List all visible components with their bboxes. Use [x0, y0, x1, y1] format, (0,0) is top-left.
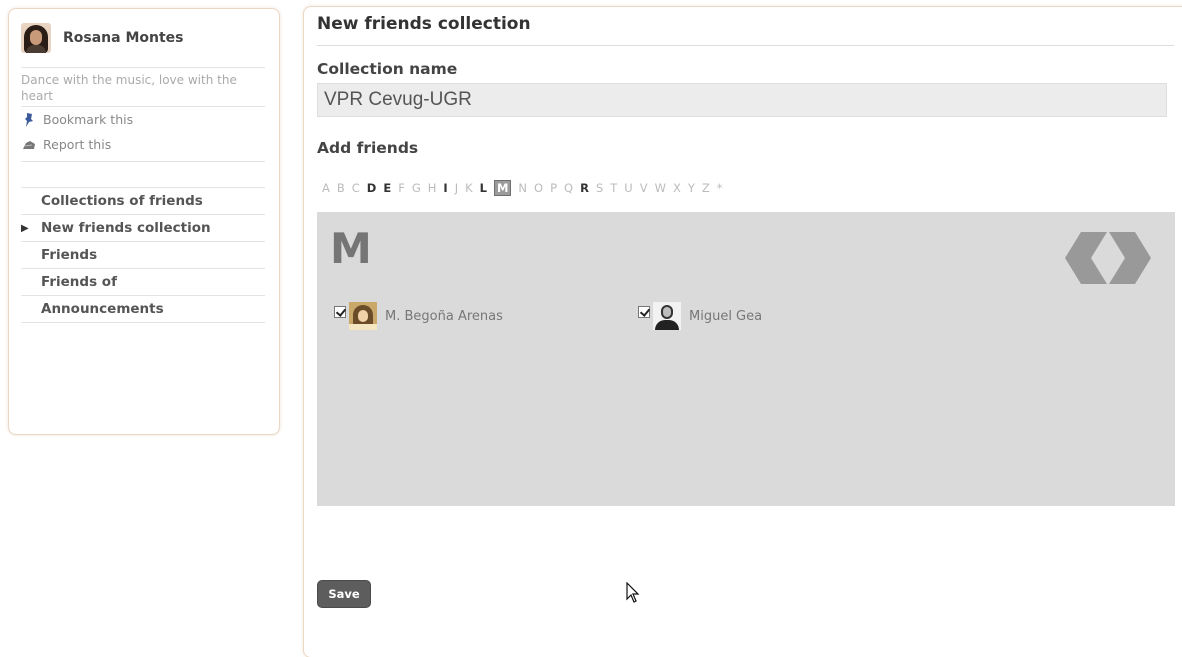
alphabet-letter[interactable]: J — [455, 181, 458, 195]
alphabet-letter[interactable]: G — [412, 181, 421, 195]
sidebar-nav: Collections of friends ▶ New friends col… — [21, 187, 265, 323]
alphabet-letter[interactable]: F — [398, 181, 405, 195]
pushpin-icon — [21, 112, 37, 127]
friend-name: Miguel Gea — [689, 308, 763, 324]
alphabet-letter[interactable]: O — [534, 181, 543, 195]
alphabet-letter[interactable]: W — [655, 181, 666, 195]
friend-checkbox[interactable] — [334, 306, 346, 318]
status-message: Dance with the music, love with the hear… — [21, 67, 265, 107]
sidebar-item-collections-of-friends[interactable]: Collections of friends — [21, 188, 265, 215]
alphabet-letter[interactable]: Y — [688, 181, 695, 195]
sidebar-item-label: New friends collection — [41, 220, 211, 236]
sidebar-item-new-friends-collection[interactable]: ▶ New friends collection — [21, 215, 265, 242]
profile-actions: Bookmark this Report this — [21, 107, 265, 162]
alphabet-letter[interactable]: S — [596, 181, 603, 195]
sidebar: Rosana Montes Dance with the music, love… — [8, 8, 280, 435]
add-friends-label: Add friends — [317, 139, 419, 157]
sidebar-item-label: Announcements — [41, 301, 164, 317]
sidebar-item-friends-of[interactable]: Friends of — [21, 269, 265, 296]
alphabet-letter[interactable]: M — [493, 180, 512, 196]
alphabet-letter[interactable]: B — [337, 181, 345, 195]
profile-name[interactable]: Rosana Montes — [63, 30, 184, 46]
title-divider — [317, 45, 1174, 46]
save-button[interactable]: Save — [317, 580, 371, 608]
report-action[interactable]: Report this — [21, 132, 265, 157]
alphabet-letter[interactable]: Z — [702, 181, 710, 195]
main-panel: New friends collection Collection name A… — [303, 6, 1182, 657]
collection-name-input[interactable] — [317, 83, 1167, 117]
sidebar-item-friends[interactable]: Friends — [21, 242, 265, 269]
friends-letter-panel: M M. Begoña Arenas Miguel Gea — [317, 212, 1175, 506]
alphabet-letter[interactable]: H — [428, 181, 437, 195]
alphabet-letter[interactable]: R — [580, 181, 589, 195]
collection-name-label: Collection name — [317, 60, 458, 78]
friend-avatar — [653, 302, 681, 330]
alphabet-letter[interactable]: Q — [564, 181, 573, 195]
active-marker-icon: ▶ — [21, 223, 29, 234]
sidebar-item-label: Friends — [41, 247, 98, 263]
page-title: New friends collection — [317, 14, 531, 34]
alphabet-letter[interactable]: X — [673, 181, 681, 195]
mouse-cursor-icon — [626, 582, 640, 603]
current-letter-heading: M — [330, 224, 372, 273]
sidebar-item-label: Collections of friends — [41, 193, 203, 209]
sidebar-item-label: Friends of — [41, 274, 117, 290]
bookmark-action[interactable]: Bookmark this — [21, 107, 265, 132]
alphabet-letter[interactable]: P — [550, 181, 557, 195]
alphabet-letter[interactable]: I — [443, 181, 447, 195]
report-label: Report this — [43, 137, 112, 152]
alphabet-picker: A B C D E F G H I J K L M N O P Q R S T U V W X Y Z * — [322, 179, 730, 197]
alphabet-letter[interactable]: E — [383, 181, 391, 195]
profile-header: Rosana Montes — [21, 17, 265, 59]
friend-avatar — [349, 302, 377, 330]
alphabet-letter[interactable]: V — [640, 181, 648, 195]
alphabet-letter[interactable]: U — [624, 181, 632, 195]
next-arrow-icon[interactable] — [1109, 232, 1151, 284]
alphabet-letter[interactable]: A — [322, 181, 330, 195]
friend-checkbox[interactable] — [638, 306, 650, 318]
letter-navigation — [1065, 232, 1151, 284]
alphabet-letter[interactable]: * — [717, 181, 723, 195]
friend-item[interactable]: M. Begoña Arenas — [334, 302, 503, 330]
bookmark-label: Bookmark this — [43, 112, 134, 127]
sidebar-item-announcements[interactable]: Announcements — [21, 296, 265, 323]
alphabet-letter[interactable]: N — [518, 181, 527, 195]
avatar[interactable] — [21, 23, 51, 53]
friend-name: M. Begoña Arenas — [385, 308, 503, 324]
report-icon — [21, 140, 37, 150]
alphabet-letter[interactable]: K — [465, 181, 473, 195]
friend-item[interactable]: Miguel Gea — [638, 302, 762, 330]
alphabet-letter[interactable]: T — [610, 181, 617, 195]
alphabet-letter[interactable]: C — [352, 181, 360, 195]
previous-arrow-icon[interactable] — [1065, 232, 1107, 284]
alphabet-letter[interactable]: D — [367, 181, 377, 195]
alphabet-letter[interactable]: L — [480, 181, 487, 195]
